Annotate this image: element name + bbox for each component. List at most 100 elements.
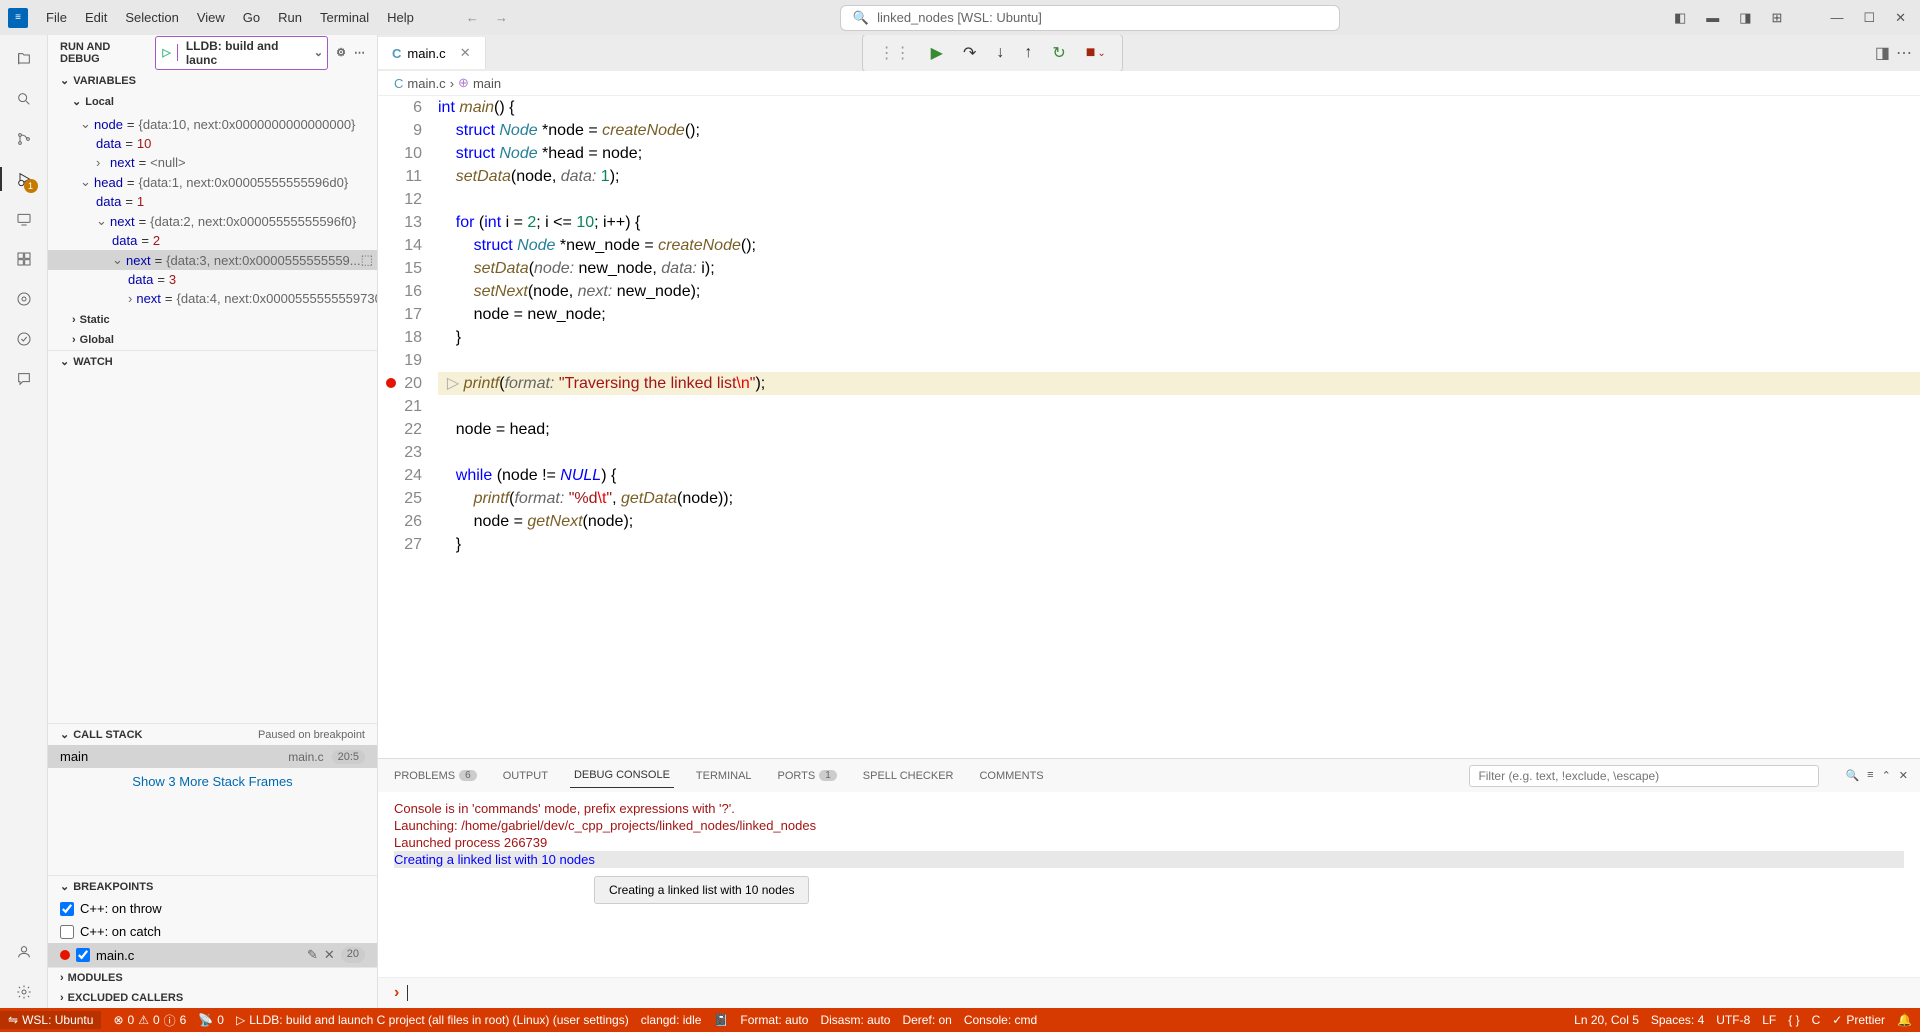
menu-terminal[interactable]: Terminal (312, 6, 377, 29)
gear-icon[interactable]: ⚙ (336, 46, 346, 59)
variables-header[interactable]: ⌄VARIABLES (48, 70, 377, 91)
bp-checkbox[interactable] (60, 902, 74, 916)
toggle-secondary-sidebar-icon[interactable]: ◨ (1733, 6, 1757, 30)
status-indent[interactable]: Spaces: 4 (1651, 1013, 1704, 1027)
menu-help[interactable]: Help (379, 6, 422, 29)
bp-main-c[interactable]: main.c✎✕20 (48, 943, 377, 967)
local-scope-header[interactable]: ⌄Local (48, 91, 377, 112)
status-format[interactable]: Format: auto (740, 1013, 808, 1027)
continue-icon[interactable]: ▶ (923, 39, 951, 67)
var-head-data[interactable]: data=1 (48, 192, 377, 211)
split-editor-icon[interactable]: ◨ (1875, 43, 1890, 63)
comments-icon[interactable] (8, 363, 40, 395)
status-prettier[interactable]: ✓Prettier (1832, 1013, 1885, 1027)
console-filter-input[interactable] (1469, 765, 1819, 787)
var-next2-data[interactable]: data=3 (48, 270, 377, 289)
status-debug-config[interactable]: ▷LLDB: build and launch C project (all f… (236, 1013, 629, 1027)
close-panel-icon[interactable]: ✕ (1899, 769, 1908, 782)
step-out-icon[interactable]: ↑ (1016, 39, 1040, 67)
hex-view-icon[interactable]: ⬚ (361, 252, 373, 268)
var-next-data[interactable]: data=2 (48, 231, 377, 250)
bp-checkbox[interactable] (60, 925, 74, 939)
search-console-icon[interactable]: 🔍 (1845, 769, 1859, 782)
status-eol[interactable]: LF (1762, 1013, 1776, 1027)
step-over-icon[interactable]: ↷ (955, 39, 984, 67)
panel-tab-terminal[interactable]: TERMINAL (692, 764, 756, 788)
stop-icon[interactable]: ■⌄ (1078, 39, 1114, 67)
minimize-icon[interactable]: — (1824, 6, 1849, 30)
close-tab-icon[interactable]: ✕ (460, 45, 471, 61)
var-node[interactable]: ⌄node={data:10, next:0x0000000000000000} (48, 114, 377, 134)
watch-header[interactable]: ⌄WATCH (48, 351, 377, 372)
run-debug-icon[interactable]: 1 (8, 163, 40, 195)
nav-back-icon[interactable]: ← (462, 6, 483, 29)
nav-forward-icon[interactable]: → (491, 6, 512, 29)
debug-console-output[interactable]: Console is in 'commands' mode, prefix ex… (378, 792, 1920, 977)
var-next3[interactable]: ›next={data:4, next:0x0000555555559730} (48, 289, 377, 308)
var-head-next[interactable]: ⌄next={data:2, next:0x00005555555596f0} (48, 211, 377, 231)
more-icon[interactable]: ⋯ (354, 46, 365, 59)
console-cursor[interactable] (407, 985, 408, 1001)
clear-console-icon[interactable]: ⌃ (1882, 769, 1891, 782)
status-cursor-pos[interactable]: Ln 20, Col 5 (1574, 1013, 1639, 1027)
var-node-next[interactable]: ›next=<null> (48, 153, 377, 172)
menu-go[interactable]: Go (235, 6, 268, 29)
status-ports[interactable]: 📡0 (198, 1013, 224, 1027)
remove-icon[interactable]: ✕ (324, 947, 335, 963)
status-remote[interactable]: ⇋WSL: Ubuntu (0, 1011, 101, 1029)
menu-view[interactable]: View (189, 6, 233, 29)
panel-tab-debug-console[interactable]: DEBUG CONSOLE (570, 763, 674, 788)
modules-header[interactable]: ›MODULES (48, 968, 377, 988)
panel-tab-ports[interactable]: PORTS1 (774, 764, 841, 788)
status-clangd[interactable]: clangd: idle (641, 1013, 702, 1027)
bp-checkbox[interactable] (76, 948, 90, 962)
var-node-data[interactable]: data=10 (48, 134, 377, 153)
extensions-icon[interactable] (8, 243, 40, 275)
close-icon[interactable]: ✕ (1889, 6, 1912, 30)
global-scope-header[interactable]: ›Global (48, 330, 377, 350)
remote-explorer-icon[interactable] (8, 203, 40, 235)
customize-layout-icon[interactable]: ⊞ (1766, 6, 1789, 30)
search-activity-icon[interactable] (8, 83, 40, 115)
breadcrumb[interactable]: C main.c › ⊕ main (378, 71, 1920, 96)
settings-gear-icon[interactable] (8, 976, 40, 1008)
restart-icon[interactable]: ↻ (1044, 39, 1073, 67)
testing-icon[interactable] (8, 323, 40, 355)
filter-icon[interactable]: ≡ (1867, 769, 1873, 782)
source-control-icon[interactable] (8, 123, 40, 155)
excluded-callers-header[interactable]: ›EXCLUDED CALLERS (48, 988, 377, 1008)
gitlens-icon[interactable] (8, 283, 40, 315)
panel-tab-problems[interactable]: PROBLEMS6 (390, 764, 481, 788)
accounts-icon[interactable] (8, 936, 40, 968)
bp-cpp-catch[interactable]: C++: on catch (48, 920, 377, 943)
step-into-icon[interactable]: ↓ (988, 39, 1012, 67)
explorer-icon[interactable] (8, 43, 40, 75)
status-problems[interactable]: ⊗0⚠0ⓘ6 (113, 1012, 186, 1029)
menu-selection[interactable]: Selection (117, 6, 186, 29)
tab-main-c[interactable]: C main.c ✕ (378, 37, 486, 69)
debug-config-select[interactable]: ▷ LLDB: build and launc ⌄ (155, 36, 328, 70)
status-encoding[interactable]: UTF-8 (1716, 1013, 1750, 1027)
bp-cpp-throw[interactable]: C++: on throw (48, 897, 377, 920)
edit-icon[interactable]: ✎ (307, 947, 318, 963)
more-actions-icon[interactable]: ⋯ (1896, 43, 1912, 63)
callstack-header[interactable]: ⌄CALL STACKPaused on breakpoint (48, 724, 377, 745)
panel-tab-comments[interactable]: COMMENTS (975, 764, 1047, 788)
status-console-mode[interactable]: Console: cmd (964, 1013, 1037, 1027)
menu-file[interactable]: File (38, 6, 75, 29)
code-content[interactable]: int main() { struct Node *node = createN… (438, 96, 1920, 758)
breakpoint-marker-icon[interactable] (386, 378, 396, 388)
status-language[interactable]: C (1812, 1013, 1821, 1027)
menu-run[interactable]: Run (270, 6, 310, 29)
status-bell-icon[interactable]: 🔔 (1897, 1013, 1912, 1027)
show-more-frames[interactable]: Show 3 More Stack Frames (48, 768, 377, 795)
toggle-panel-icon[interactable]: ▬ (1700, 6, 1725, 30)
maximize-icon[interactable]: ☐ (1857, 6, 1881, 30)
panel-tab-spell[interactable]: SPELL CHECKER (859, 764, 958, 788)
drag-handle-icon[interactable]: ⋮⋮ (871, 39, 919, 67)
static-scope-header[interactable]: ›Static (48, 310, 377, 330)
var-next2[interactable]: ⌄next={data:3, next:0x0000555555559...⬚ (48, 250, 377, 270)
menu-edit[interactable]: Edit (77, 6, 115, 29)
toggle-primary-sidebar-icon[interactable]: ◧ (1668, 6, 1692, 30)
status-bracket-icon[interactable]: { } (1788, 1013, 1799, 1027)
